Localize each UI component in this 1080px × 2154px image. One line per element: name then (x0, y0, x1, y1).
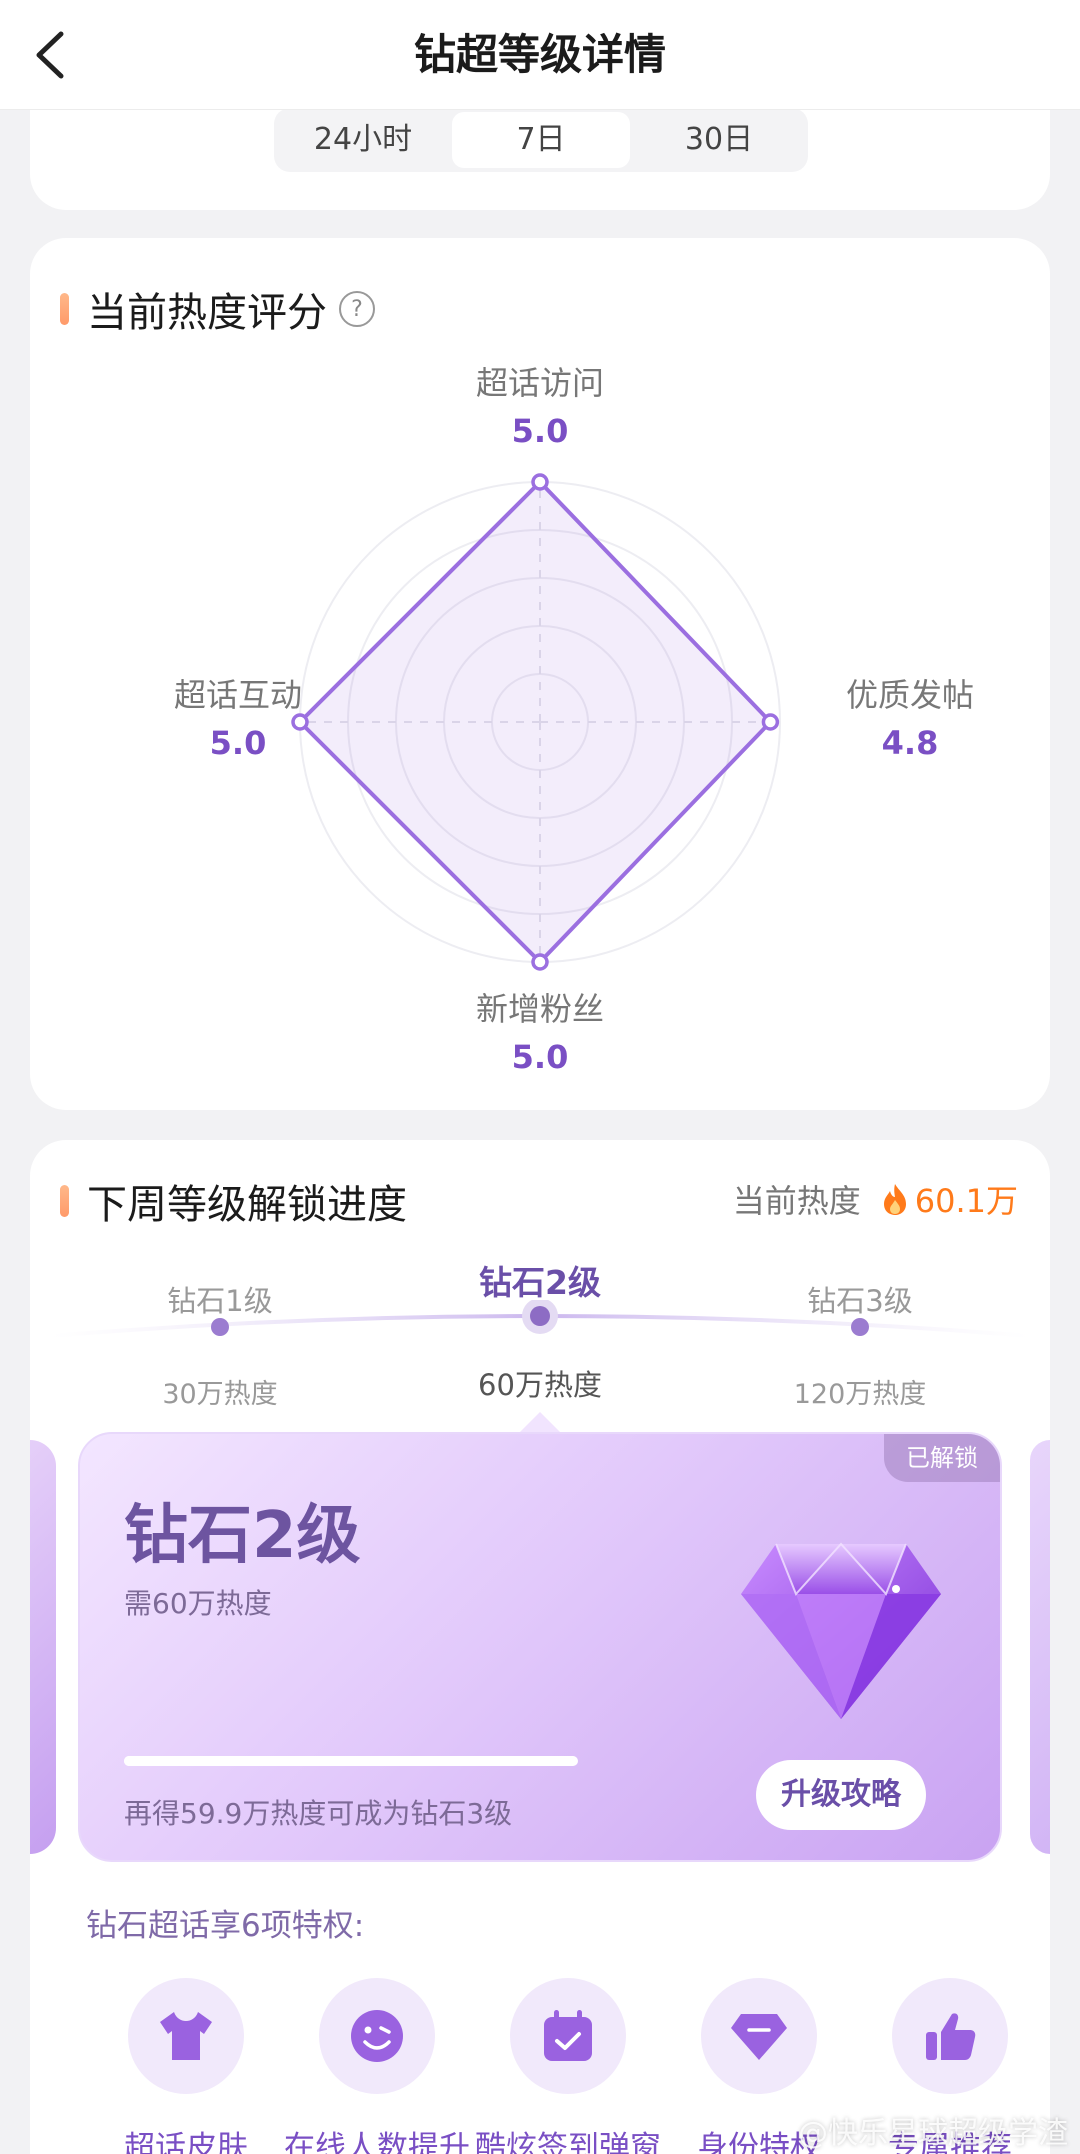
heat-score-card: 当前热度评分 ? 超话访问 5.0 优质发帖 4.8 新增粉丝 5.0 超话互动… (30, 238, 1050, 1110)
diamond-badge-icon (731, 2014, 787, 2060)
level-node-heat: 30万热度 (162, 1379, 278, 1410)
level-node-2[interactable]: 钻石2级 60万热度 (420, 1256, 660, 1404)
privilege-checkin-popup[interactable]: 酷炫签到弹窗 (468, 1978, 668, 2154)
smile-face-icon (351, 2010, 403, 2062)
page-title: 钻超等级详情 (413, 30, 666, 79)
axis-value: 4.8 (881, 724, 939, 762)
prev-level-card-peek[interactable] (30, 1440, 56, 1854)
level-progress-fill (124, 1756, 578, 1766)
radar-value-polygon (298, 480, 773, 964)
current-heat-value: 60.1万 (914, 1182, 1018, 1220)
radar-label-top: 超话访问 5.0 (420, 358, 660, 450)
level-node-heat: 60万热度 (478, 1368, 602, 1402)
axis-name: 超话访问 (475, 364, 604, 402)
privilege-icon-bg (319, 1978, 435, 2094)
radar-value-point (531, 953, 549, 971)
title-accent-bar (60, 1185, 69, 1217)
radar-value-point (761, 713, 780, 731)
upgrade-guide-button[interactable]: 升级攻略 (756, 1760, 926, 1830)
tab-30d[interactable]: 30日 (630, 108, 808, 172)
privilege-label: 酷炫签到弹窗 (475, 2130, 661, 2154)
thumbs-up-icon (926, 2013, 976, 2060)
privilege-icon-bg (128, 1978, 244, 2094)
level-card-current[interactable]: 已解锁 钻石2级 需60万热度 再得59.9万热度可成为钻石3级 升级攻略 (78, 1432, 1002, 1862)
level-node-name: 钻石2级 (479, 1263, 601, 1302)
tab-24h[interactable]: 24小时 (274, 108, 452, 172)
privilege-label: 超话皮肤 (124, 2130, 248, 2154)
level-node-3[interactable]: 钻石3级 120万热度 (740, 1278, 980, 1411)
level-progress-title: 下周等级解锁进度 (60, 1172, 407, 1230)
level-node-name: 钻石3级 (807, 1284, 913, 1318)
level-card-requirement: 需60万热度 (124, 1587, 272, 1620)
radar-label-right: 优质发帖 4.8 (790, 670, 1030, 762)
privilege-label: 在线人数提升 (284, 2130, 470, 2154)
privilege-icon-bg (510, 1978, 626, 2094)
level-progress-title-text: 下周等级解锁进度 (87, 1182, 407, 1228)
privilege-icon-bg (701, 1978, 817, 2094)
watermark: @快乐星球超级学渣 (798, 2116, 1068, 2151)
current-heat: 当前热度 60.1万 (733, 1176, 1018, 1222)
radar-value-point (531, 473, 549, 491)
tab-7d[interactable]: 7日 (452, 112, 630, 168)
unlocked-badge: 已解锁 (884, 1434, 1000, 1482)
level-node-1[interactable]: 钻石1级 30万热度 (100, 1278, 340, 1411)
privilege-online-boost[interactable]: 在线人数提升 (277, 1978, 477, 2154)
nav-bar: 钻超等级详情 (0, 0, 1080, 110)
calendar-check-icon (544, 2010, 592, 2061)
period-segmented-control: 24小时 7日 30日 (274, 108, 808, 172)
axis-name: 优质发帖 (845, 676, 974, 714)
level-node-name: 钻石1级 (167, 1284, 273, 1318)
radar-label-bottom: 新增粉丝 5.0 (420, 984, 660, 1076)
privileges-title: 钻石超话享6项特权: (86, 1908, 365, 1944)
current-heat-label: 当前热度 (732, 1182, 861, 1220)
tshirt-icon (160, 2012, 212, 2060)
level-node-heat: 120万热度 (793, 1379, 927, 1410)
axis-value: 5.0 (511, 412, 569, 450)
privilege-icon-bg (892, 1978, 1008, 2094)
next-level-card-peek[interactable] (1030, 1440, 1050, 1854)
axis-name: 新增粉丝 (475, 990, 604, 1028)
privilege-skin[interactable]: 超话皮肤 (86, 1978, 286, 2154)
fire-icon (883, 1184, 906, 1215)
axis-name: 超话互动 (173, 676, 302, 714)
level-progress-bar (124, 1756, 578, 1766)
axis-value: 5.0 (511, 1038, 569, 1076)
axis-value: 5.0 (209, 724, 267, 762)
radar-label-left: 超话互动 5.0 (118, 670, 358, 762)
level-card-title: 钻石2级 (124, 1499, 361, 1573)
level-progress-card: 下周等级解锁进度 当前热度 60.1万 钻石1级 30万热度 钻石2级 60万热… (30, 1140, 1050, 2154)
diamond-gem-icon (741, 1542, 941, 1719)
level-progress-hint: 再得59.9万热度可成为钻石3级 (124, 1797, 513, 1830)
